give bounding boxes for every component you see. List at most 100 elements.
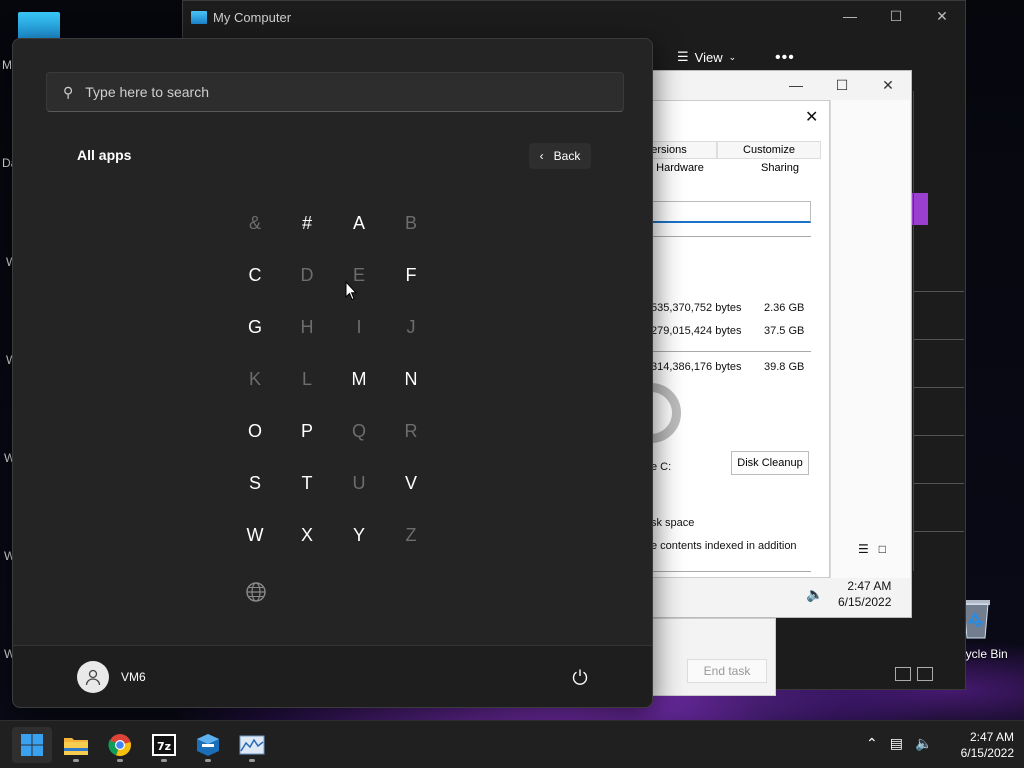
letter-index-h: H [300,316,314,337]
close-button[interactable]: ✕ [865,71,911,99]
free-space-size: 37.5 GB [764,325,805,337]
letter-index-b: B [404,212,417,233]
letter-index-i: I [356,316,362,337]
section-title: All apps [77,147,132,163]
globe-icon[interactable] [245,581,267,603]
letter-index-o[interactable]: O [235,411,275,451]
taskbar-file-explorer[interactable] [56,727,96,763]
preview-view-icon[interactable]: □ [879,542,886,556]
computer-icon [191,10,207,24]
dialog-side-area [830,100,910,578]
letter-index-p[interactable]: P [287,411,327,451]
letter-index-z: Z [405,524,417,545]
compress-drive-checkbox-label[interactable]: sk space [651,517,694,529]
details-view-button[interactable] [895,667,911,681]
letter-index-d: D [300,264,314,285]
letter-index-u: U [352,472,366,493]
inner-clock-date: 6/15/2022 [838,595,892,609]
speaker-icon[interactable]: 🔈 [915,735,932,752]
taskbar-clock[interactable]: 2:47 AM 6/15/2022 [944,729,1014,761]
letter-index-c[interactable]: C [235,255,275,295]
letter-index-k: K [248,368,261,389]
file-explorer-icon [64,738,88,755]
letter-index-v[interactable]: V [391,463,431,503]
start-footer: VM6 [13,645,652,707]
capacity-bytes: 314,386,176 bytes [651,361,742,373]
capacity-size: 39.8 GB [764,361,805,373]
search-input[interactable]: ⚲ Type here to search [46,72,624,112]
inner-clock-time: 2:47 AM [847,579,892,593]
back-label: Back [553,149,581,163]
chrome-icon [108,734,131,757]
letter-index-ampersand: & [248,212,261,233]
chevron-left-icon: ‹ [539,149,544,163]
search-placeholder: Type here to search [85,84,210,100]
maximize-button[interactable]: ☐ [873,1,919,31]
taskbar-clock-date: 6/15/2022 [960,746,1014,760]
taskbar-7zip[interactable]: 7z [144,727,184,763]
tab-sharing[interactable]: Sharing [739,160,821,176]
index-drive-checkbox-label[interactable]: e contents indexed in addition [651,540,797,552]
drive-label-text: e C: [651,461,672,473]
mouse-cursor-icon [345,281,357,301]
letter-index-hash[interactable]: # [287,203,327,243]
letter-index-a[interactable]: A [339,203,379,243]
letter-index-t[interactable]: T [287,463,327,503]
letter-index-x[interactable]: X [287,515,327,555]
view-label: View [694,49,723,65]
svg-text:7z: 7z [157,740,171,753]
minimize-button[interactable]: — [827,1,873,31]
search-icon: ⚲ [63,83,74,100]
7zip-icon: 7z [152,734,176,756]
back-button[interactable]: ‹ Back [529,143,591,169]
start-button[interactable] [12,727,52,763]
speaker-icon[interactable]: 🔈 [806,586,823,603]
window-title: My Computer [213,9,292,25]
view-menu-button[interactable]: ☰ View ⌄ [677,49,736,65]
taskbar: 7z ⌃ ▤ 🔈 2:47 AM 6/15/2022 [0,720,1024,768]
tiles-view-button[interactable] [917,667,933,681]
view-icon: ☰ [677,49,689,64]
letter-index-l: L [301,368,312,389]
more-options-button[interactable]: ••• [775,49,795,67]
chevron-up-icon[interactable]: ⌃ [866,735,878,752]
maximize-button[interactable]: ☐ [819,71,865,99]
letter-index-y[interactable]: Y [339,515,379,555]
used-space-size: 2.36 GB [764,302,805,314]
letter-index-j: J [406,316,416,337]
letter-index-s[interactable]: S [235,463,275,503]
letter-index-w[interactable]: W [235,515,275,555]
disk-cleanup-button[interactable]: Disk Cleanup [731,451,809,475]
letter-index-g[interactable]: G [235,307,275,347]
network-icon[interactable]: ▤ [890,735,903,752]
used-space-bytes: 535,370,752 bytes [651,302,742,314]
chevron-down-icon: ⌄ [728,51,737,62]
taskbar-chrome[interactable] [100,727,140,763]
letter-index-r: R [404,420,418,441]
start-menu: ⚲ Type here to search All apps ‹ Back & #… [12,38,653,708]
tab-customize[interactable]: Customize [717,141,821,159]
letter-index-m[interactable]: M [339,359,379,399]
system-monitor-icon [239,735,265,755]
minimize-button[interactable]: — [773,71,819,99]
free-space-bytes: 279,015,424 bytes [651,325,742,337]
taskbar-clock-time: 2:47 AM [969,730,1014,744]
power-icon[interactable] [571,668,589,686]
letter-index-f[interactable]: F [391,255,431,295]
desktop-icon-label[interactable]: M [2,58,12,72]
taskbar-system-monitor[interactable] [232,727,272,763]
user-icon [85,669,101,686]
avatar [77,661,109,693]
inner-clock: 2:47 AM 6/15/2022 [838,578,891,610]
drive-label-input[interactable] [631,201,811,223]
letter-index-q: Q [351,420,366,441]
end-task-button[interactable]: End task [687,659,767,683]
desktop-icon-my-computer[interactable] [18,12,60,40]
taskbar-virtualbox[interactable] [188,727,228,763]
close-icon[interactable]: ✕ [805,107,818,127]
letter-index-n[interactable]: N [391,359,431,399]
details-pane [913,91,964,571]
list-view-icon[interactable]: ☰ [858,542,869,556]
close-button[interactable]: ✕ [919,1,965,31]
user-account-button[interactable]: VM6 [77,661,146,693]
